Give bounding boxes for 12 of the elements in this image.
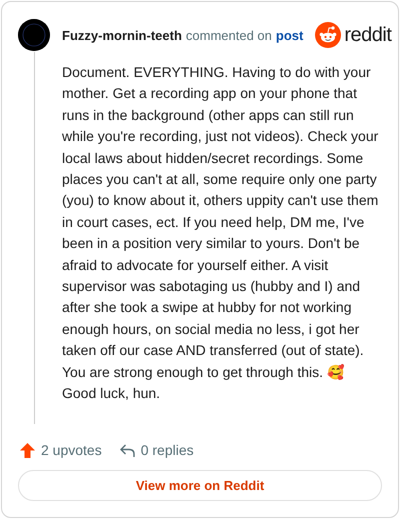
reply-count: 0 replies [140, 442, 194, 458]
post-link[interactable]: post [276, 28, 304, 42]
upvote-count: 2 upvotes [41, 442, 102, 458]
alien-logo-icon [315, 22, 342, 48]
author-name[interactable]: Fuzzy-mornin-teeth [62, 28, 182, 42]
avatar [18, 19, 50, 51]
upvote-arrow-icon[interactable] [20, 442, 35, 458]
reply-arrow-icon[interactable] [120, 442, 135, 458]
action-text: commented on [186, 28, 272, 42]
comment-text: Document. EVERYTHING. Having to do with your mother. Get a recording app on your phone that runs in the background (other apps can still run while you're recording, just not videos). Check your local laws about hidden/secret recordings. Some places you can't at all, some require only one party (you) to know about it, others uppity can't use them in court cases, ect. If you need help, DM me, I've been in a position very similar to yours. Don't be afraid to advocate for yourself either. A visit supervisor was sabotaging us (hubby and I) and after she took a swipe at hubby for not working enough hours, on social media no less, i got her taken off our case AND transferred (out of state). You are strong enough to get through this. 🥰 Good luck, hun. [62, 63, 380, 404]
brand-wordmark: reddit [344, 24, 392, 46]
view-more-button[interactable]: View more on Reddit [18, 470, 382, 501]
